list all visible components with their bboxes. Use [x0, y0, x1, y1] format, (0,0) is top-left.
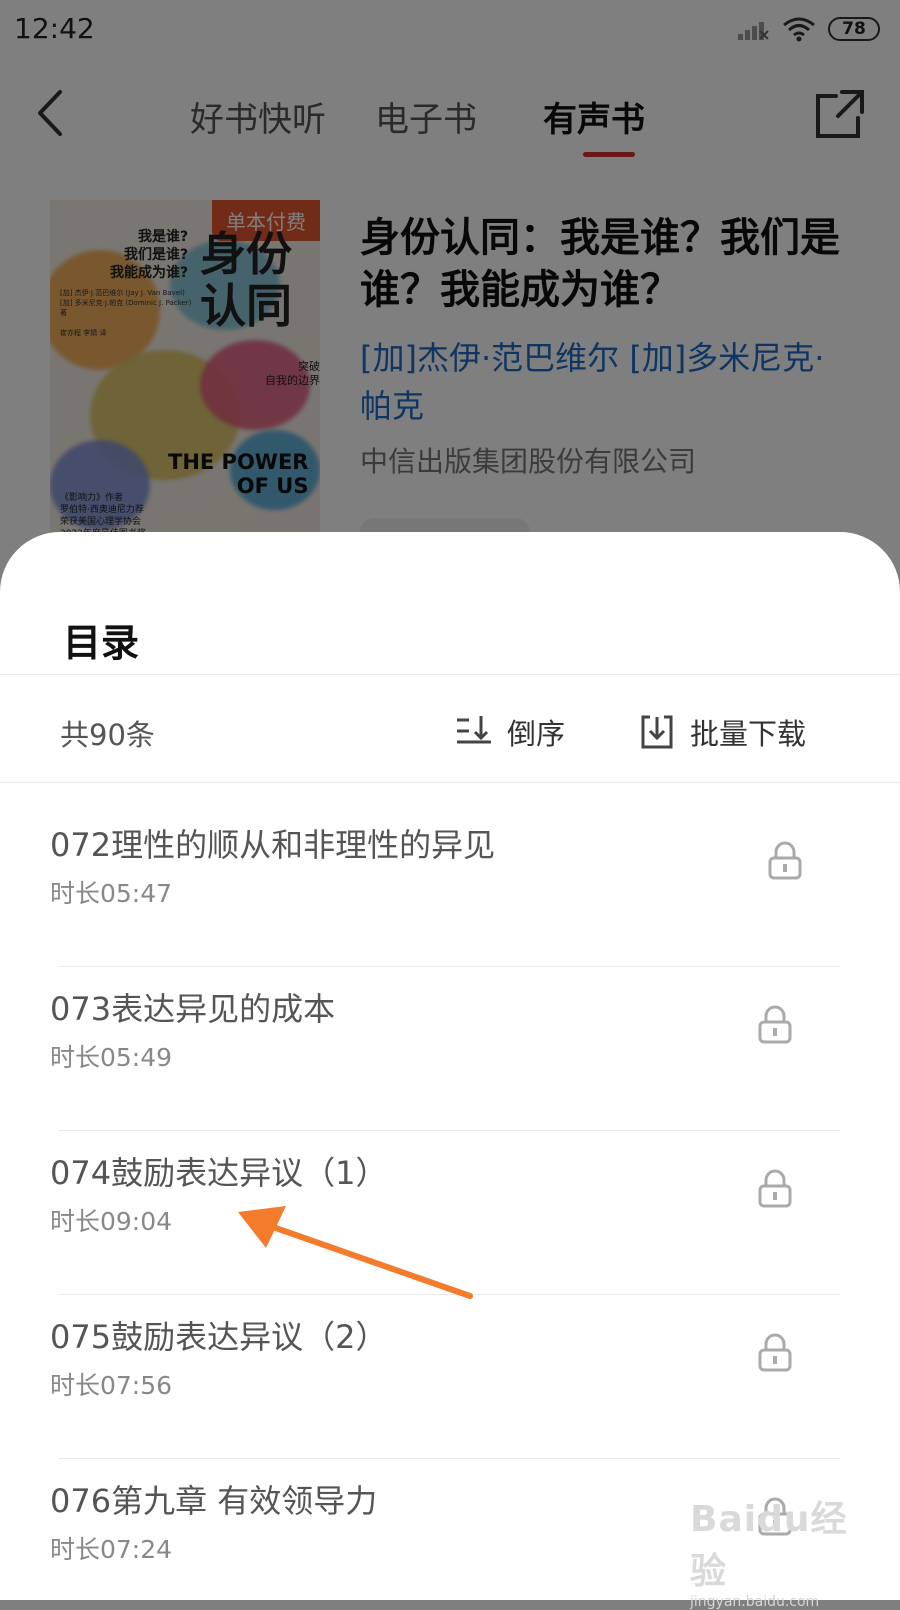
- lock-icon: [758, 1005, 792, 1044]
- catalog-sheet: 目录 共90条 倒序 批量下载 072理性的顺从和非理性的异见 时长05:47 …: [0, 532, 900, 1600]
- divider: [0, 782, 900, 783]
- watermark-logo: Baidu经验: [690, 1499, 848, 1592]
- reverse-order-button[interactable]: 倒序: [455, 702, 565, 762]
- episode-duration: 时长07:56: [50, 1371, 173, 1400]
- batch-download-button[interactable]: 批量下载: [638, 702, 806, 762]
- episode-duration: 时长05:49: [50, 1043, 173, 1072]
- divider: [0, 674, 900, 675]
- episode-title: 072理性的顺从和非理性的异见: [50, 826, 496, 864]
- episode-title: 076第九章 有效领导力: [50, 1482, 378, 1520]
- episode-duration: 时长07:24: [50, 1535, 173, 1564]
- baidu-jingyan-watermark: Baidu经验 jingyan.baidu.com: [690, 1490, 880, 1610]
- episode-count: 共90条: [60, 718, 155, 752]
- lock-icon: [768, 841, 802, 880]
- lock-icon: [758, 1333, 792, 1372]
- watermark-url: jingyan.baidu.com: [690, 1594, 820, 1610]
- episode-item[interactable]: 074鼓励表达异议（1） 时长09:04: [0, 1128, 900, 1296]
- episode-item[interactable]: 075鼓励表达异议（2） 时长07:56: [0, 1292, 900, 1460]
- episode-duration: 时长09:04: [50, 1207, 173, 1236]
- reverse-order-label: 倒序: [507, 717, 566, 751]
- episode-title: 074鼓励表达异议（1）: [50, 1154, 388, 1192]
- catalog-title: 目录: [63, 621, 140, 665]
- sort-icon: [457, 716, 491, 744]
- episode-item[interactable]: 073表达异见的成本 时长05:49: [0, 964, 900, 1132]
- download-icon: [641, 715, 673, 749]
- episode-title: 073表达异见的成本: [50, 990, 336, 1028]
- episode-item[interactable]: 072理性的顺从和非理性的异见 时长05:47: [0, 800, 900, 968]
- episode-title: 075鼓励表达异议（2）: [50, 1318, 388, 1356]
- batch-download-label: 批量下载: [690, 717, 807, 751]
- episode-duration: 时长05:47: [50, 879, 173, 908]
- lock-icon: [758, 1169, 792, 1208]
